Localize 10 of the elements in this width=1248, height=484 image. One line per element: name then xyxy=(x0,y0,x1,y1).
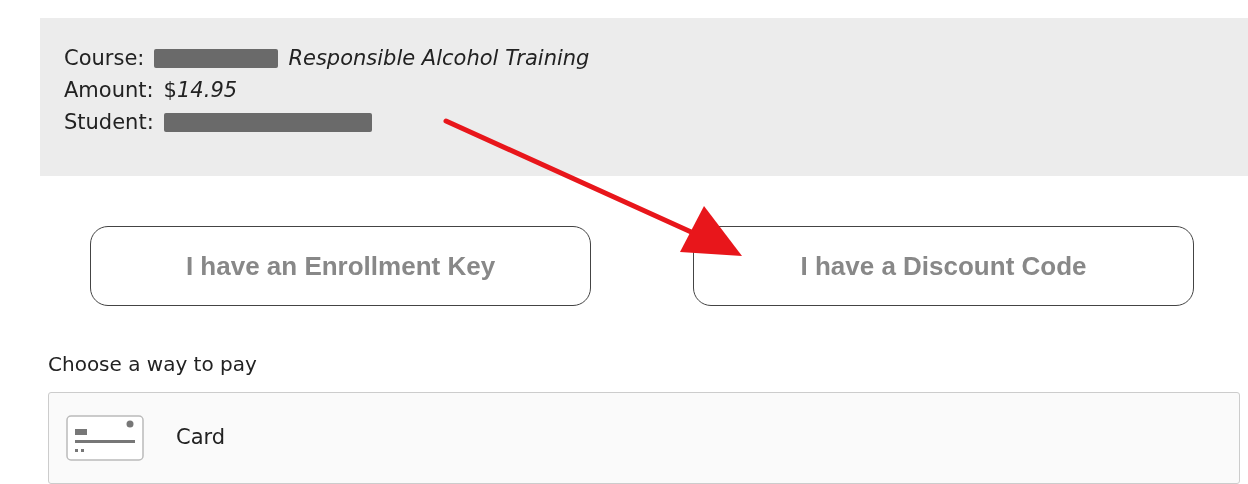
summary-label: Amount: xyxy=(64,78,154,102)
summary-label: Course: xyxy=(64,46,145,70)
card-icon xyxy=(66,415,144,461)
summary-label: Student: xyxy=(64,110,154,134)
option-button[interactable]: I have an Enrollment Key xyxy=(90,226,591,306)
summary-value: $14.95 xyxy=(163,78,238,102)
option-button[interactable]: I have a Discount Code xyxy=(693,226,1194,306)
summary-value: Responsible Alcohol Training xyxy=(288,46,590,70)
payment-heading: Choose a way to pay xyxy=(48,352,258,376)
payment-method-label[interactable]: Card xyxy=(176,425,226,449)
